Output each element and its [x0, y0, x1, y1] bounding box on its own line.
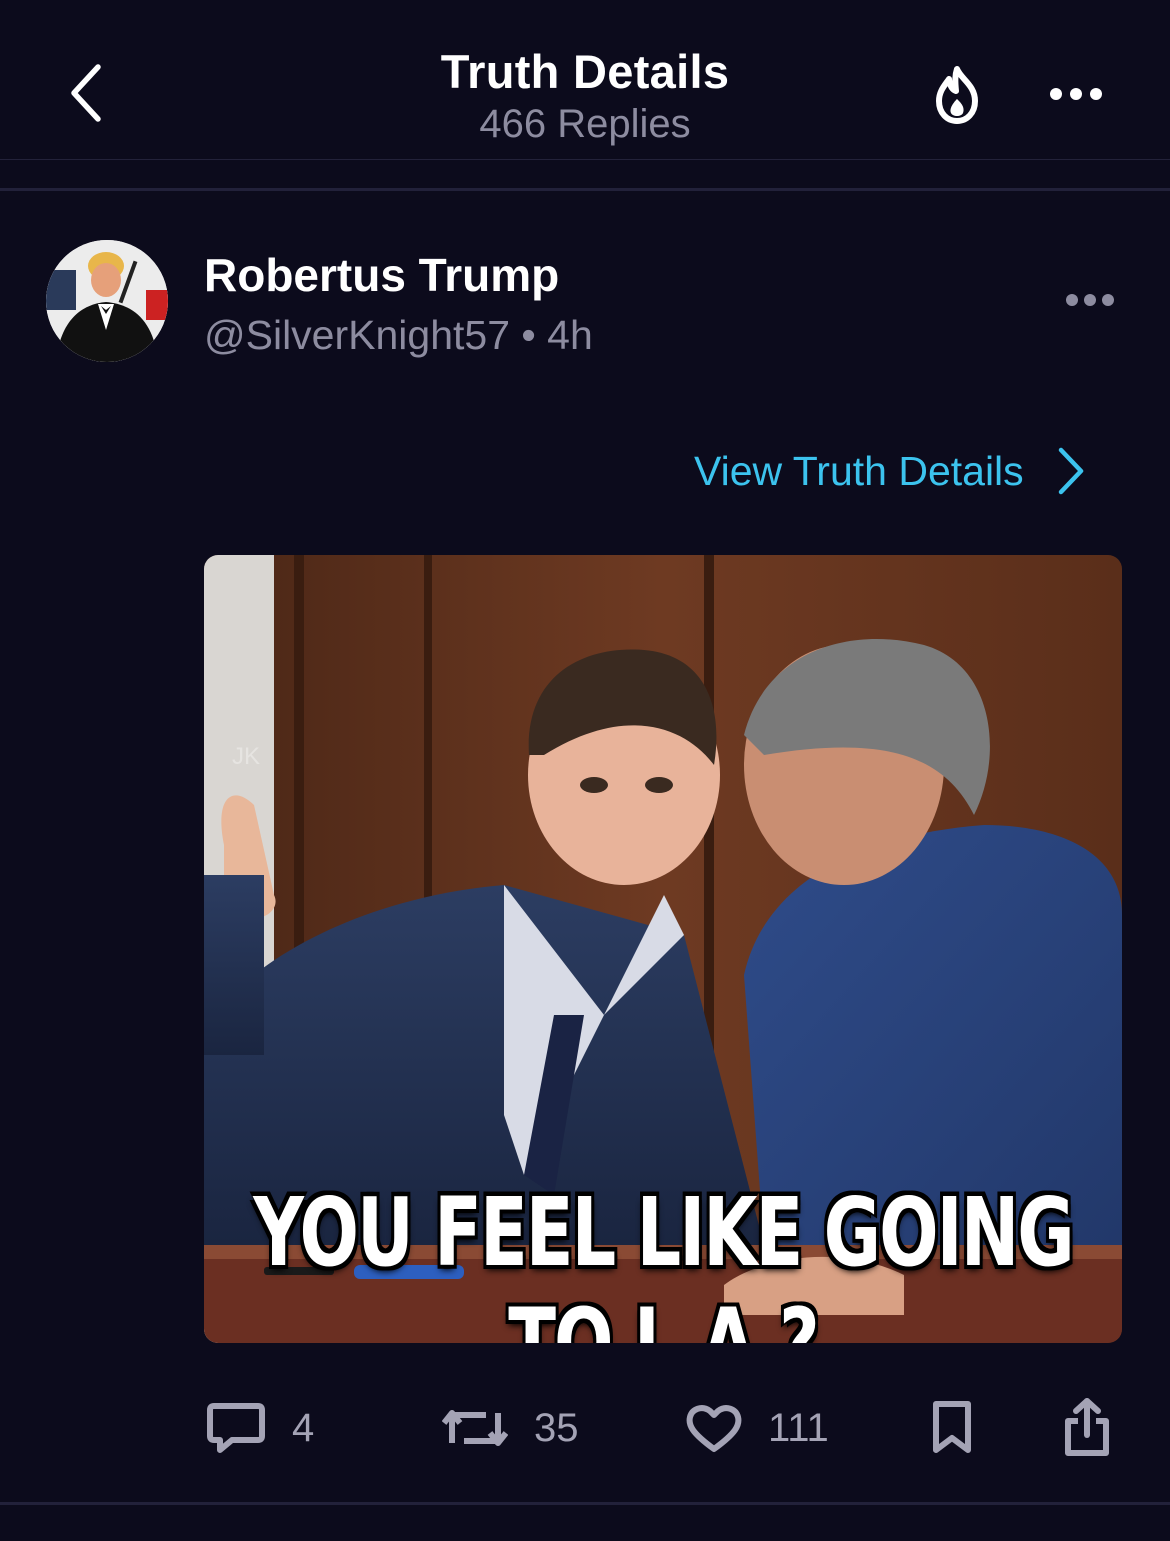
comment-icon: [207, 1403, 265, 1453]
post-more-button[interactable]: [1060, 284, 1120, 316]
bookmark-button[interactable]: [930, 1388, 974, 1468]
trending-button[interactable]: [926, 62, 988, 128]
post-time: 4h: [547, 312, 593, 358]
avatar-image: [46, 240, 168, 362]
view-truth-details-link[interactable]: View Truth Details: [694, 444, 1086, 498]
author-meta: @SilverKnight57 • 4h: [204, 312, 593, 359]
like-count-label: 111: [768, 1405, 829, 1450]
share-button[interactable]: [1062, 1388, 1112, 1468]
reply-button[interactable]: 4: [206, 1388, 314, 1468]
author-name[interactable]: Robertus Trump: [204, 248, 559, 302]
divider: [0, 1502, 1170, 1505]
repost-count-label: 35: [534, 1405, 579, 1450]
divider: [0, 188, 1170, 191]
chevron-right-icon: [1058, 447, 1083, 495]
post-actions: 4 35 111: [0, 1388, 1170, 1468]
meta-separator: •: [521, 312, 536, 358]
avatar[interactable]: [46, 240, 168, 362]
header-more-button[interactable]: [1044, 78, 1108, 110]
top-bar: Truth Details 466 Replies: [0, 0, 1170, 160]
retruth-button[interactable]: 35: [442, 1388, 579, 1468]
page-title: Truth Details: [440, 45, 730, 98]
view-truth-details-label: View Truth Details: [694, 447, 1024, 494]
more-horizontal-icon: [1050, 88, 1102, 100]
more-horizontal-icon: [1066, 294, 1114, 306]
meme-caption: YOU FEEL LIKE GOING TO L.A.?: [253, 1177, 1074, 1343]
fire-icon: [936, 66, 978, 124]
like-button[interactable]: 111: [686, 1388, 829, 1468]
image-watermark: JK: [232, 743, 261, 770]
share-icon: [1065, 1398, 1109, 1456]
author-handle[interactable]: @SilverKnight57: [204, 312, 510, 358]
reply-count: 466 Replies: [479, 102, 691, 146]
reply-count-label: 4: [292, 1405, 315, 1450]
bookmark-icon: [933, 1401, 971, 1453]
heart-icon: [686, 1405, 742, 1452]
repost-icon: [442, 1410, 508, 1446]
post-image[interactable]: JK YOU FEEL LIKE GOING TO L.A.?: [204, 555, 1122, 1343]
